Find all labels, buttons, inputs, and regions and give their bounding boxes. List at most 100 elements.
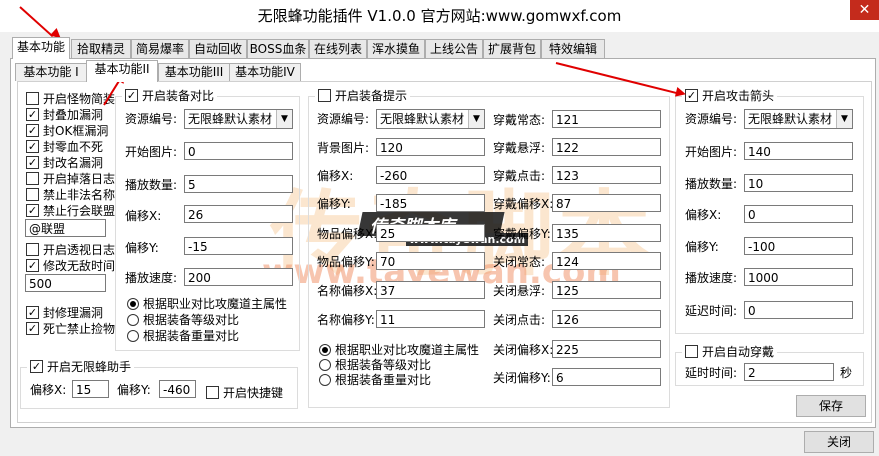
checkbox-checked-icon[interactable]: ✓ <box>26 322 39 335</box>
equip-tip-radio-weight[interactable]: 根据装备重量对比 <box>319 372 431 388</box>
option-fix-repair[interactable]: ✓ 封修理漏洞 <box>26 305 103 321</box>
wear-offy-input[interactable]: 135 <box>552 224 661 242</box>
save-button[interactable]: 保存 <box>796 395 866 417</box>
tab-pickup[interactable]: 拾取精灵 <box>71 39 131 58</box>
checkbox-icon[interactable] <box>318 89 331 102</box>
chevron-down-icon[interactable]: ▼ <box>276 110 292 128</box>
checkbox-checked-icon[interactable]: ✓ <box>26 124 39 137</box>
equip-tip-offx-input[interactable]: -260 <box>376 166 485 184</box>
option-zero-hp[interactable]: ✓ 封零血不死 <box>26 139 103 155</box>
equip-tip-namey-input[interactable]: 11 <box>376 310 485 328</box>
equip-compare-start-input[interactable]: 0 <box>184 142 293 160</box>
checkbox-checked-icon[interactable]: ✓ <box>26 108 39 121</box>
equip-tip-itemy-input[interactable]: 70 <box>376 252 485 270</box>
equip-compare-offx-input[interactable]: 26 <box>184 205 293 223</box>
close-button[interactable]: 关闭 <box>804 431 874 453</box>
close-hover-input[interactable]: 125 <box>552 281 661 299</box>
tab-droprate[interactable]: 简易爆率 <box>131 39 189 58</box>
equip-tip-title[interactable]: 开启装备提示 <box>315 88 411 104</box>
close-offy-input[interactable]: 6 <box>552 368 661 386</box>
wear-normal-input[interactable]: 121 <box>552 110 661 128</box>
equip-tip-radio-level[interactable]: 根据装备等级对比 <box>319 357 431 373</box>
auto-wear-delay-input[interactable]: 2 <box>744 363 834 381</box>
bee-helper-title[interactable]: ✓ 开启无限蜂助手 <box>27 359 135 375</box>
option-drop-log[interactable]: 开启掉落日志 <box>26 171 115 187</box>
bee-hotkey-option[interactable]: 开启快捷键 <box>206 385 283 401</box>
tab-ext-bag[interactable]: 扩展背包 <box>483 39 541 58</box>
checkbox-checked-icon[interactable]: ✓ <box>685 89 698 102</box>
close-normal-input[interactable]: 124 <box>552 252 661 270</box>
option-monster-simple[interactable]: 开启怪物简装 <box>26 91 115 107</box>
equip-tip-res-select[interactable]: 无限蜂默认素材 ▼ <box>376 109 485 129</box>
close-offx-input[interactable]: 225 <box>552 340 661 358</box>
equip-tip-itemx-input[interactable]: 25 <box>376 224 485 242</box>
tab-online[interactable]: 在线列表 <box>309 39 367 58</box>
equip-compare-radio-level[interactable]: 根据装备等级对比 <box>127 312 239 328</box>
arrow-res-select[interactable]: 无限蜂默认素材 ▼ <box>744 109 853 129</box>
radio-icon[interactable] <box>127 329 139 342</box>
checkbox-icon[interactable] <box>26 172 39 185</box>
tab-fishing[interactable]: 浑水摸鱼 <box>367 39 425 58</box>
equip-tip-radio-class[interactable]: 根据职业对比攻魔道主属性 <box>319 342 479 358</box>
arrow-start-input[interactable]: 140 <box>744 142 853 160</box>
subtab-basic-2[interactable]: 基本功能II <box>86 60 158 82</box>
option-rename-bug[interactable]: ✓ 封改名漏洞 <box>26 155 103 171</box>
checkbox-icon[interactable] <box>26 92 39 105</box>
equip-tip-namex-input[interactable]: 37 <box>376 281 485 299</box>
tab-basic[interactable]: 基本功能 <box>12 37 70 59</box>
radio-selected-icon[interactable] <box>319 343 331 356</box>
auto-wear-title[interactable]: 开启自动穿戴 <box>682 344 778 360</box>
radio-icon[interactable] <box>319 358 331 371</box>
arrow-speed-input[interactable]: 1000 <box>744 268 853 286</box>
equip-compare-count-input[interactable]: 5 <box>184 175 293 193</box>
subtab-basic-3[interactable]: 基本功能III <box>158 63 230 81</box>
tab-effect-edit[interactable]: 特效编辑 <box>541 39 605 58</box>
option-ok-box-bug[interactable]: ✓ 封OK框漏洞 <box>26 123 108 139</box>
tab-login-notice[interactable]: 上线公告 <box>425 39 483 58</box>
equip-compare-speed-input[interactable]: 200 <box>184 268 293 286</box>
option-perspective-log[interactable]: 开启透视日志 <box>26 242 115 258</box>
alliance-input[interactable]: @联盟 <box>25 219 106 237</box>
checkbox-checked-icon[interactable]: ✓ <box>26 140 39 153</box>
wear-hover-input[interactable]: 122 <box>552 138 661 156</box>
option-guild-alliance[interactable]: ✓ 禁止行会联盟 <box>26 203 115 219</box>
option-invincible-time[interactable]: ✓ 修改无敌时间 <box>26 258 115 274</box>
radio-icon[interactable] <box>127 313 139 326</box>
bee-offy-input[interactable]: -460 <box>159 380 196 398</box>
window-close-button[interactable]: ✕ <box>850 0 879 20</box>
checkbox-checked-icon[interactable]: ✓ <box>26 259 39 272</box>
chevron-down-icon[interactable]: ▼ <box>836 110 852 128</box>
equip-tip-bg-input[interactable]: 120 <box>376 138 485 156</box>
checkbox-icon[interactable] <box>26 243 39 256</box>
bee-offx-input[interactable]: 15 <box>72 380 109 398</box>
equip-compare-title[interactable]: ✓ 开启装备对比 <box>122 88 218 104</box>
equip-tip-offy-input[interactable]: -185 <box>376 194 485 212</box>
equip-compare-offy-input[interactable]: -15 <box>184 237 293 255</box>
arrow-count-input[interactable]: 10 <box>744 174 853 192</box>
equip-compare-res-select[interactable]: 无限蜂默认素材 ▼ <box>184 109 293 129</box>
equip-compare-radio-weight[interactable]: 根据装备重量对比 <box>127 328 239 344</box>
checkbox-checked-icon[interactable]: ✓ <box>26 204 39 217</box>
arrow-offx-input[interactable]: 0 <box>744 205 853 223</box>
attack-arrow-title[interactable]: ✓ 开启攻击箭头 <box>682 88 778 104</box>
arrow-delay-input[interactable]: 0 <box>744 301 853 319</box>
checkbox-checked-icon[interactable]: ✓ <box>26 306 39 319</box>
checkbox-icon[interactable] <box>26 188 39 201</box>
checkbox-checked-icon[interactable]: ✓ <box>26 156 39 169</box>
option-death-pickup[interactable]: ✓ 死亡禁止捡物 <box>26 321 115 337</box>
tab-recycle[interactable]: 自动回收 <box>189 39 247 58</box>
subtab-basic-1[interactable]: 基本功能 I <box>15 63 87 81</box>
checkbox-checked-icon[interactable]: ✓ <box>30 360 43 373</box>
checkbox-checked-icon[interactable]: ✓ <box>125 89 138 102</box>
tab-bossbar[interactable]: BOSS血条 <box>247 39 309 58</box>
arrow-offy-input[interactable]: -100 <box>744 237 853 255</box>
option-illegal-name[interactable]: 禁止非法名称 <box>26 187 115 203</box>
checkbox-icon[interactable] <box>206 386 219 399</box>
radio-selected-icon[interactable] <box>127 297 139 310</box>
chevron-down-icon[interactable]: ▼ <box>468 110 484 128</box>
radio-icon[interactable] <box>319 373 331 386</box>
subtab-basic-4[interactable]: 基本功能IV <box>229 63 301 81</box>
wear-click-input[interactable]: 123 <box>552 166 661 184</box>
invincible-time-input[interactable]: 500 <box>25 274 106 292</box>
wear-offx-input[interactable]: 87 <box>552 194 661 212</box>
